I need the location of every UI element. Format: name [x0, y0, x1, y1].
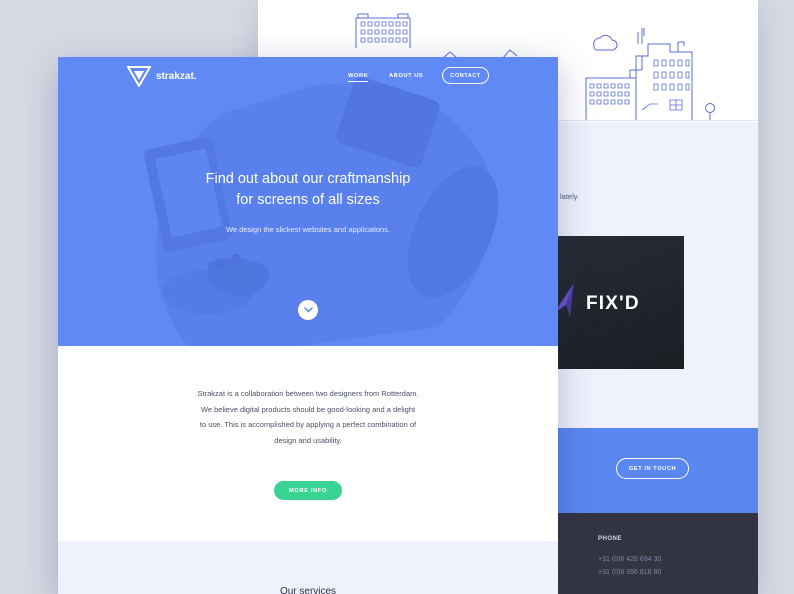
logo-triangle-icon: [127, 66, 151, 87]
scroll-down-button[interactable]: [298, 300, 318, 320]
hero-title: Find out about our craftmanship for scre…: [58, 169, 558, 211]
get-in-touch-button[interactable]: GET IN TOUCH: [616, 458, 689, 479]
nav-link-work[interactable]: WORK: [348, 73, 368, 79]
logo[interactable]: strakzat.: [127, 65, 197, 87]
about-paragraph: Strakzat is a collaboration between two …: [58, 386, 558, 448]
front-page-preview: strakzat. WORK ABOUT US CONTACT Find out…: [58, 57, 558, 594]
nav-active-indicator: [348, 81, 368, 82]
hero-title-line-1: Find out about our craftmanship: [205, 171, 411, 187]
logo-text: strakzat.: [156, 70, 197, 82]
portfolio-card-fixd[interactable]: FIX'D: [554, 236, 684, 369]
footer-phone-2[interactable]: +31 (0)6 396 618 80: [598, 569, 661, 576]
about-line-3: to use. This is accomplished by applying…: [199, 420, 417, 429]
footer-phone-1[interactable]: +31 (0)6 426 694 30: [598, 556, 661, 563]
footer-phone-label: PHONE: [598, 536, 622, 542]
about-line-4: design and usability.: [274, 435, 342, 445]
chevron-down-icon: [303, 307, 313, 313]
mockup-stage: lately. FIX'D GET IN TOUCH PHONE +31 (0)…: [0, 0, 794, 594]
portfolio-intro-text: lately.: [560, 192, 580, 201]
about-line-1: Strakzat is a collaboration between two …: [197, 389, 419, 398]
contact-button[interactable]: CONTACT: [442, 67, 489, 84]
more-info-button[interactable]: MORE INFO: [274, 481, 342, 500]
portfolio-card-title: FIX'D: [586, 293, 640, 314]
hero-subtitle: We design the slickest websites and appl…: [225, 225, 391, 234]
hero-section: strakzat. WORK ABOUT US CONTACT Find out…: [58, 57, 558, 346]
hero-title-line-2: for screens of all sizes: [236, 192, 380, 208]
about-line-2: We believe digital products should be go…: [200, 404, 416, 414]
nav-link-about[interactable]: ABOUT US: [389, 73, 423, 79]
services-title: Our services: [279, 586, 337, 594]
